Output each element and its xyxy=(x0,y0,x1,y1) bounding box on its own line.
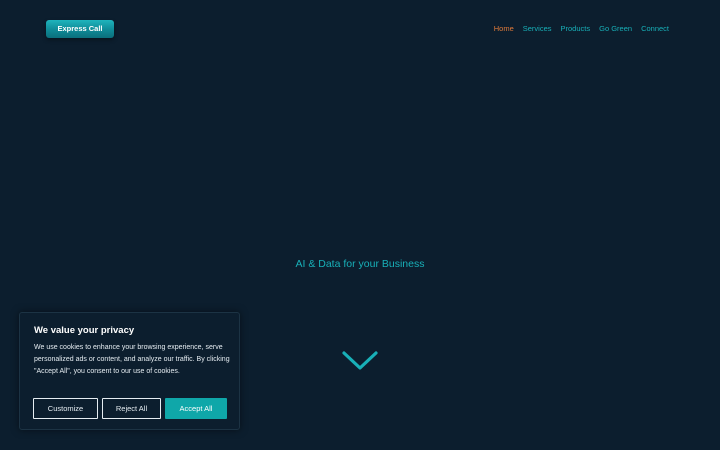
reject-all-button[interactable]: Reject All xyxy=(102,398,161,419)
nav-products[interactable]: Products xyxy=(561,24,591,33)
cookie-description: We use cookies to enhance your browsing … xyxy=(34,344,230,375)
nav-go-green[interactable]: Go Green xyxy=(599,24,632,33)
nav-services[interactable]: Services xyxy=(523,24,552,33)
main-nav: Home Services Products Go Green Connect xyxy=(494,24,669,33)
cookie-consent-banner: We value your privacy We use cookies to … xyxy=(19,312,240,430)
chevron-down-icon[interactable] xyxy=(341,349,379,373)
customize-button[interactable]: Customize xyxy=(33,398,98,419)
page: Express Call Home Services Products Go G… xyxy=(0,0,720,450)
nav-connect[interactable]: Connect xyxy=(641,24,669,33)
nav-home[interactable]: Home xyxy=(494,24,514,33)
hero-tagline: AI & Data for your Business xyxy=(295,258,425,270)
logo-button[interactable]: Express Call xyxy=(46,20,114,38)
cookie-title: We value your privacy xyxy=(34,325,135,336)
accept-all-button[interactable]: Accept All xyxy=(165,398,227,419)
